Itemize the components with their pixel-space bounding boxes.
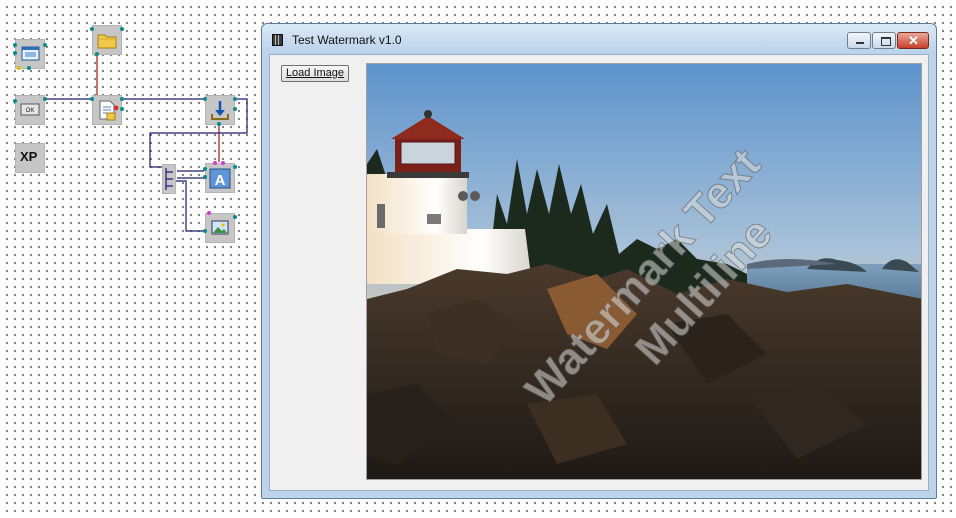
form-component[interactable] (13, 39, 47, 70)
window-title: Test Watermark v1.0 (292, 33, 402, 47)
download-arrow-icon (211, 101, 229, 120)
minimize-button[interactable] (847, 32, 871, 49)
window-client-area: Load Image Watermark Text Multiline (269, 54, 929, 491)
xp-style-component[interactable]: XP (15, 143, 45, 173)
wire-hub-to-image (175, 180, 205, 232)
button-component[interactable]: OK (13, 95, 47, 125)
svg-text:A: A (215, 172, 226, 189)
maximize-button[interactable] (872, 32, 896, 49)
hub-component[interactable] (162, 164, 176, 194)
download-component[interactable] (203, 95, 237, 126)
picture-icon (211, 220, 229, 235)
minimize-icon (856, 42, 864, 44)
image-preview: Watermark Text Multiline (366, 63, 922, 480)
lighthouse-photo: Watermark Text Multiline (367, 64, 921, 479)
text-draw-component[interactable]: A (203, 161, 237, 193)
maximize-icon (881, 37, 891, 46)
form-icon (21, 46, 40, 61)
folder-icon (97, 34, 117, 49)
xp-icon: XP (20, 149, 38, 164)
button-icon: OK (20, 103, 40, 116)
file-reader-component[interactable] (90, 95, 124, 125)
svg-text:OK: OK (26, 108, 35, 114)
hub-icon (165, 168, 173, 190)
document-icon (99, 100, 119, 121)
close-button[interactable]: ✕ (897, 32, 929, 49)
close-icon: ✕ (908, 33, 919, 48)
text-a-icon: A (209, 168, 231, 189)
load-image-button[interactable]: Load Image (281, 65, 349, 82)
title-bar[interactable]: Test Watermark v1.0 ✕ (262, 24, 936, 54)
caption-buttons: ✕ (846, 32, 929, 50)
open-dialog-component[interactable] (90, 25, 124, 56)
window-icon (272, 34, 283, 46)
image-component[interactable] (203, 211, 237, 243)
app-window[interactable]: Test Watermark v1.0 ✕ Load Image Waterma… (261, 23, 937, 499)
